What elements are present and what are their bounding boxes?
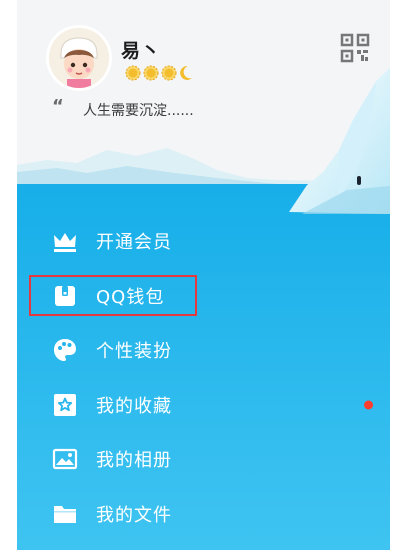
menu-item-label: 我的收藏 [96,395,172,417]
menu-item-label: 我的文件 [96,504,172,526]
notification-dot [364,400,373,410]
avatar-image [49,28,109,88]
sun-icon [125,65,141,81]
username[interactable]: 易丶 [121,36,161,63]
quote-icon: “ [52,96,64,117]
folder-icon [54,505,76,523]
menu-item-favorites[interactable]: 我的收藏 [17,378,390,433]
menu-item-label: 我的相册 [96,450,172,472]
menu-item-label: 开通会员 [96,232,172,254]
star-icon [54,393,76,416]
sun-icon [161,65,177,81]
sun-icon [143,65,159,81]
menu-item-wallet[interactable]: QQ钱包 [17,269,390,324]
menu-item-files[interactable]: 我的文件 [17,487,390,542]
level-badges[interactable] [125,65,193,81]
drawer-menu: 开通会员 QQ钱包 个性装扮 我的收藏 我的相册 我的文件 [17,214,390,541]
profile-header: 易丶 “ 人生需要沉淀...... [17,0,390,550]
menu-item-label: QQ钱包 [96,286,165,308]
palette-icon [54,339,76,362]
menu-item-label: 个性装扮 [96,341,172,363]
wallet-icon [55,285,75,306]
menu-item-vip[interactable]: 开通会员 [17,214,390,269]
qr-code-icon[interactable] [340,33,370,63]
photo-icon [52,449,78,470]
signature-text[interactable]: 人生需要沉淀...... [83,100,194,120]
avatar[interactable] [49,28,109,88]
moon-icon [180,65,192,80]
crown-icon [54,233,76,253]
side-drawer: 易丶 “ 人生需要沉淀...... 开通会员 QQ钱包 个性装扮 我的收藏 我的… [17,0,390,550]
menu-item-album[interactable]: 我的相册 [17,432,390,487]
menu-item-theme[interactable]: 个性装扮 [17,323,390,378]
